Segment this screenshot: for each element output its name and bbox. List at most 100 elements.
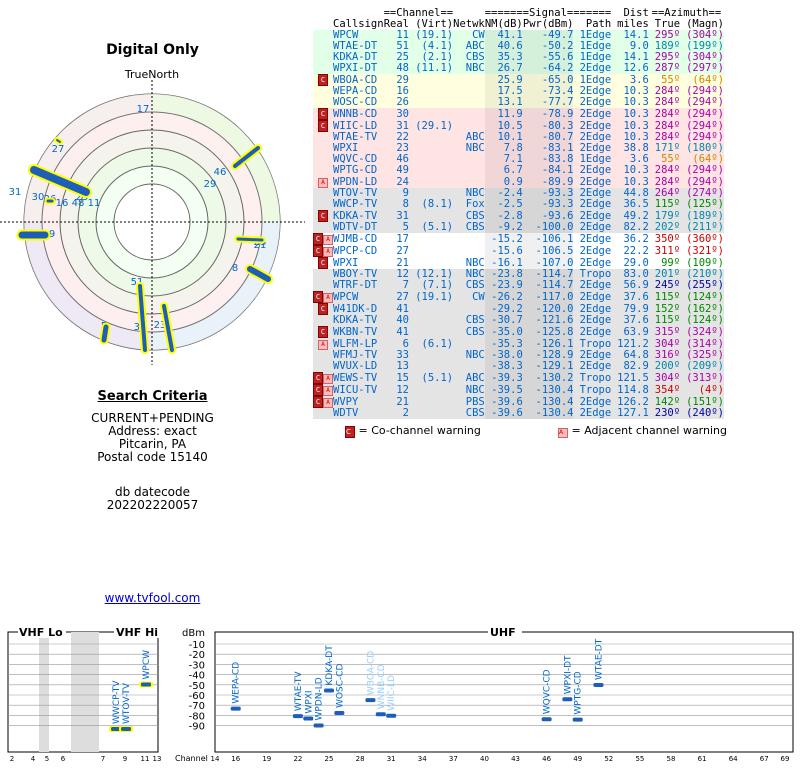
warn-icon <box>313 41 333 52</box>
station-spectrum-label: WPXI <box>304 690 314 713</box>
network <box>453 74 485 86</box>
cochannel-warning-icon: C <box>318 210 328 222</box>
station-marker <box>292 714 303 719</box>
table-row[interactable]: WPTG-CD 49 6.7 -84.1 2Edge 10.3 284º (294º) <box>313 164 725 176</box>
uhf-tick: 31 <box>387 755 396 763</box>
network <box>453 165 485 176</box>
station-marker <box>375 712 386 717</box>
nm-db: -23.9 <box>484 280 523 291</box>
table-row[interactable]: C A WPCW 27 (19.1) CW -26.2 -117.0 2Edge 37.6 115º… <box>313 290 725 303</box>
station-spectrum-label: WTAE-TV <box>294 671 304 711</box>
real-channel: 26 <box>396 96 409 108</box>
nm-db: 13.1 <box>484 97 523 108</box>
tvfool-link[interactable]: www.tvfool.com <box>0 591 305 605</box>
table-row[interactable]: WDTV 2 CBS -39.6 -130.4 2Edge 127.1 230º (240º) <box>313 407 725 419</box>
table-row[interactable]: WTRF-DT 7 (7.1) CBS -23.9 -114.7 2Edge 56.9 245º… <box>313 279 725 291</box>
cochannel-warning-icon: C <box>313 384 323 396</box>
table-row[interactable]: WDTV-DT 5 (5.1) CBS -9.2 -100.0 2Edge 82.2 202º (… <box>313 221 725 233</box>
azimuth-true: 350º <box>654 232 681 245</box>
warn-icon: CA <box>313 291 333 303</box>
station-marker <box>386 713 397 718</box>
station-spectrum-label: WTOV-TV <box>122 682 132 724</box>
table-row[interactable]: KDKA-TV 40 CBS -30.7 -121.6 2Edge 37.6 115º (124… <box>313 314 725 326</box>
station-spectrum-label: WBOA-CD <box>366 651 376 695</box>
table-row[interactable]: C A WICU-TV 12 NBC -39.5 -130.4 Tropo 114.8 354º (… <box>313 383 725 396</box>
virtual-channel <box>409 132 453 143</box>
uhf-tick: 52 <box>604 755 613 763</box>
warn-icon <box>313 315 333 326</box>
path: 2Edge <box>579 279 612 291</box>
power-dbm: -78.9 <box>522 108 574 120</box>
criteria-line: Postal code 15140 <box>97 450 208 464</box>
callsign: WPCW <box>333 290 359 303</box>
path: 2Edge <box>579 360 612 372</box>
network: CBS <box>465 407 485 419</box>
station-spectrum-label: WPCW <box>142 650 152 680</box>
azimuth-magnetic: (124º) <box>686 290 725 303</box>
table-row[interactable]: WWCP-TV 8 (8.1) Fox -2.5 -93.3 2Edge 36.5 115º (1… <box>313 198 725 210</box>
real-channel: 40 <box>396 314 409 326</box>
compass-station-label: 8 <box>232 263 238 274</box>
table-row[interactable]: WPXI-DT 48 (11.1) NBC 26.7 -64.2 2Edge 12.6 287º… <box>313 63 725 74</box>
network: ABC <box>465 371 485 384</box>
warn-icon <box>313 154 333 165</box>
compass-station-label: 11 <box>88 198 101 209</box>
uhf-tick: 61 <box>698 755 707 763</box>
virtual-channel <box>409 154 453 165</box>
path: 2Edge <box>579 290 612 303</box>
cochannel-warning-icon: C <box>313 396 323 408</box>
path: 2Edge <box>579 198 612 210</box>
uhf-tick: 34 <box>418 755 427 763</box>
power-dbm: -130.2 <box>522 372 574 384</box>
power-dbm: -106.1 <box>522 233 574 245</box>
azimuth-true: 245º <box>654 279 681 291</box>
nm-db: -39.5 <box>484 384 523 396</box>
real-channel: 5 <box>402 221 409 233</box>
callsign: KDKA-TV <box>333 314 378 326</box>
table-row[interactable]: WOSC-CD 26 13.1 -77.7 2Edge 10.3 284º (294º) <box>313 96 725 108</box>
table-row[interactable]: WVUX-LD 13 -38.3 -129.1 2Edge 82.9 200º (209º) <box>313 360 725 372</box>
azimuth-magnetic: (294º) <box>686 107 725 120</box>
azimuth-magnetic: (255º) <box>686 279 725 291</box>
warn-icon <box>313 97 333 108</box>
virtual-channel: (5.1) <box>421 221 454 233</box>
azimuth-magnetic: (313º) <box>686 371 725 384</box>
virtual-channel <box>409 165 453 176</box>
virtual-channel <box>409 245 453 257</box>
vhf-tick: 5 <box>45 755 49 763</box>
warn-icon: CA <box>313 396 333 408</box>
azimuth-true: 115º <box>654 290 681 303</box>
adjacent-warning-icon: A <box>323 374 333 384</box>
real-channel: 8 <box>402 198 409 210</box>
search-criteria: CURRENT+PENDING Address: exact Pitcarin,… <box>0 412 305 464</box>
table-row[interactable]: C WKBN-TV 41 CBS -35.0 -125.8 2Edge 63.9 315º (32… <box>313 325 725 338</box>
virtual-channel <box>409 176 453 188</box>
table-row[interactable]: C A WJMB-CD 17 -15.2 -106.1 2Edge 36.2 350º (360º… <box>313 232 725 245</box>
azimuth-true: 115º <box>654 314 681 326</box>
azimuth-magnetic: (4º) <box>698 383 725 396</box>
path: 2Edge <box>579 96 612 108</box>
callsign: WKBN-TV <box>333 325 378 338</box>
table-row[interactable]: C A WEWS-TV 15 (5.1) ABC -39.3 -130.2 Tropo 121.5… <box>313 371 725 384</box>
station-spectrum-label: WNNB-CD <box>377 664 387 709</box>
table-row[interactable]: C A WPCP-CD 27 -15.6 -106.5 2Edge 22.2 311º (321º… <box>313 245 725 257</box>
warn-icon: CA <box>313 233 333 245</box>
distance-miles: 82.9 <box>623 360 649 372</box>
callsign: WWCP-TV <box>333 198 378 210</box>
real-channel: 41 <box>396 325 409 338</box>
nm-db: -38.3 <box>484 361 523 372</box>
adjacent-icon: A <box>558 428 568 438</box>
network: CW <box>472 290 485 303</box>
distance-miles: 10.3 <box>623 164 649 176</box>
station-spectrum-label: WOSC-CD <box>335 664 345 709</box>
azimuth-magnetic: (240º) <box>686 407 725 419</box>
callsign: WICU-TV <box>333 383 378 396</box>
adjacent-warning-icon: A <box>323 398 333 408</box>
search-criteria-title: Search Criteria <box>97 389 208 404</box>
station-marker <box>541 717 552 722</box>
cochannel-warning-icon: C <box>313 291 323 303</box>
table-row[interactable]: C WNNB-CD 30 11.9 -78.9 2Edge 10.3 284º (294º) <box>313 107 725 120</box>
warn-icon <box>313 408 333 419</box>
distance-miles: 10.3 <box>623 107 649 120</box>
real-channel: 7 <box>402 279 409 291</box>
